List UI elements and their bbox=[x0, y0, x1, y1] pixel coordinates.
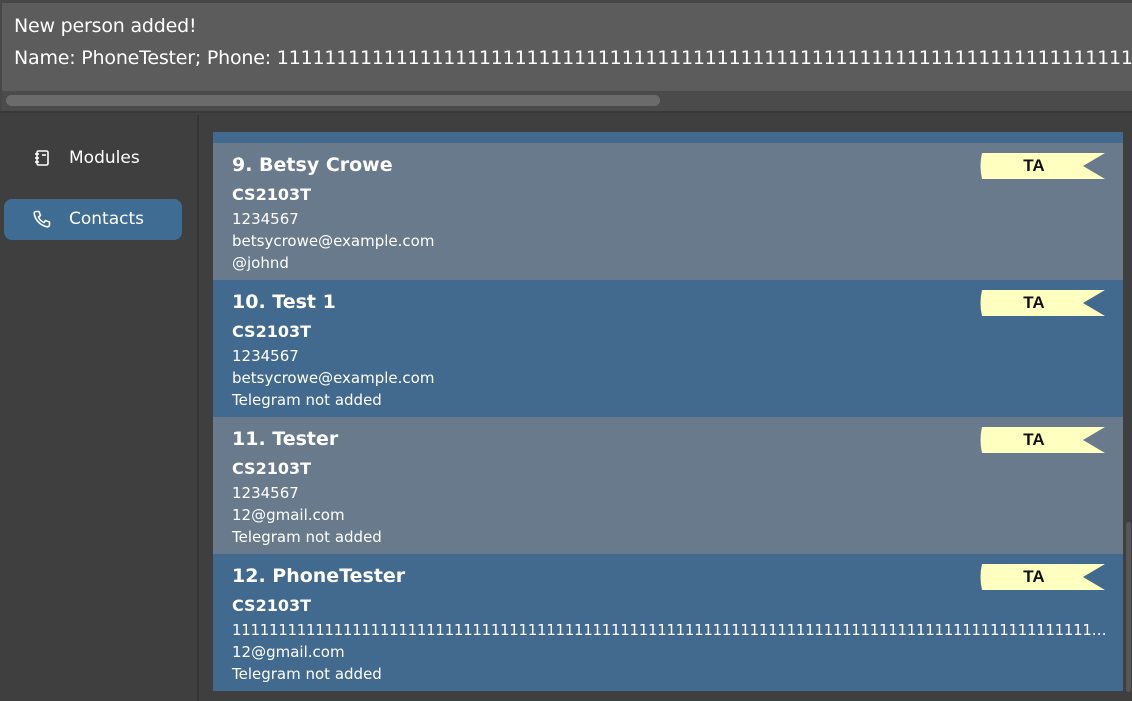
role-tag: TA bbox=[979, 290, 1105, 316]
result-display: New person added! Name: PhoneTester; Pho… bbox=[0, 0, 1132, 113]
notebook-icon bbox=[32, 148, 52, 168]
role-tag-label: TA bbox=[1023, 293, 1045, 312]
role-tag: TA bbox=[979, 564, 1105, 590]
result-message: New person added! bbox=[14, 15, 197, 37]
contact-phone: 1234567 bbox=[232, 347, 299, 365]
contact-name: 11. Tester bbox=[232, 428, 339, 450]
role-tag: TA bbox=[979, 153, 1105, 179]
contact-list[interactable]: 9. Betsy Crowe CS2103T 1234567 betsycrow… bbox=[213, 132, 1123, 692]
contact-telegram: @johnd bbox=[232, 254, 289, 272]
contact-phone: 1234567 bbox=[232, 484, 299, 502]
contact-card[interactable]: 11. Tester CS2103T 1234567 12@gmail.com … bbox=[213, 417, 1123, 554]
result-details: Name: PhoneTester; Phone: 11111111111111… bbox=[14, 47, 1132, 69]
role-tag-label: TA bbox=[1023, 567, 1045, 586]
role-tag-label: TA bbox=[1023, 430, 1045, 449]
sidebar-item-modules[interactable]: Modules bbox=[4, 138, 182, 179]
contact-card[interactable]: 12. PhoneTester CS2103T 1111111111111111… bbox=[213, 554, 1123, 691]
vertical-scrollbar-thumb[interactable] bbox=[1126, 522, 1131, 692]
sidebar-item-label: Contacts bbox=[69, 209, 144, 229]
contact-telegram: Telegram not added bbox=[232, 528, 382, 546]
contact-email: 12@gmail.com bbox=[232, 643, 345, 661]
sidebar-item-contacts[interactable]: Contacts bbox=[4, 199, 182, 240]
role-tag-label: TA bbox=[1023, 156, 1045, 175]
result-text-area[interactable]: New person added! Name: PhoneTester; Pho… bbox=[2, 3, 1132, 91]
contact-name: 10. Test 1 bbox=[232, 291, 336, 313]
contact-name: 9. Betsy Crowe bbox=[232, 154, 393, 176]
contact-module: CS2103T bbox=[232, 459, 312, 478]
contact-telegram: Telegram not added bbox=[232, 665, 382, 683]
horizontal-scrollbar[interactable] bbox=[2, 91, 1132, 111]
contact-phone: 1111111111111111111111111111111111111111… bbox=[232, 621, 1112, 639]
contact-module: CS2103T bbox=[232, 185, 312, 204]
contact-email: 12@gmail.com bbox=[232, 506, 345, 524]
contact-phone: 1234567 bbox=[232, 210, 299, 228]
contact-email: betsycrowe@example.com bbox=[232, 232, 435, 250]
contact-email: betsycrowe@example.com bbox=[232, 369, 435, 387]
vertical-scrollbar[interactable] bbox=[1124, 132, 1132, 692]
contact-name: 12. PhoneTester bbox=[232, 565, 406, 587]
contact-card[interactable]: 10. Test 1 CS2103T 1234567 betsycrowe@ex… bbox=[213, 280, 1123, 417]
phone-icon bbox=[32, 209, 52, 229]
contact-module: CS2103T bbox=[232, 596, 312, 615]
contact-module: CS2103T bbox=[232, 322, 312, 341]
list-item[interactable] bbox=[213, 132, 1123, 143]
role-tag: TA bbox=[979, 427, 1105, 453]
contact-card[interactable]: 9. Betsy Crowe CS2103T 1234567 betsycrow… bbox=[213, 143, 1123, 280]
contact-telegram: Telegram not added bbox=[232, 391, 382, 409]
contact-list-panel: 9. Betsy Crowe CS2103T 1234567 betsycrow… bbox=[201, 115, 1132, 701]
sidebar: Modules Contacts bbox=[0, 115, 199, 701]
horizontal-scrollbar-thumb[interactable] bbox=[6, 95, 660, 106]
sidebar-item-label: Modules bbox=[69, 148, 140, 168]
